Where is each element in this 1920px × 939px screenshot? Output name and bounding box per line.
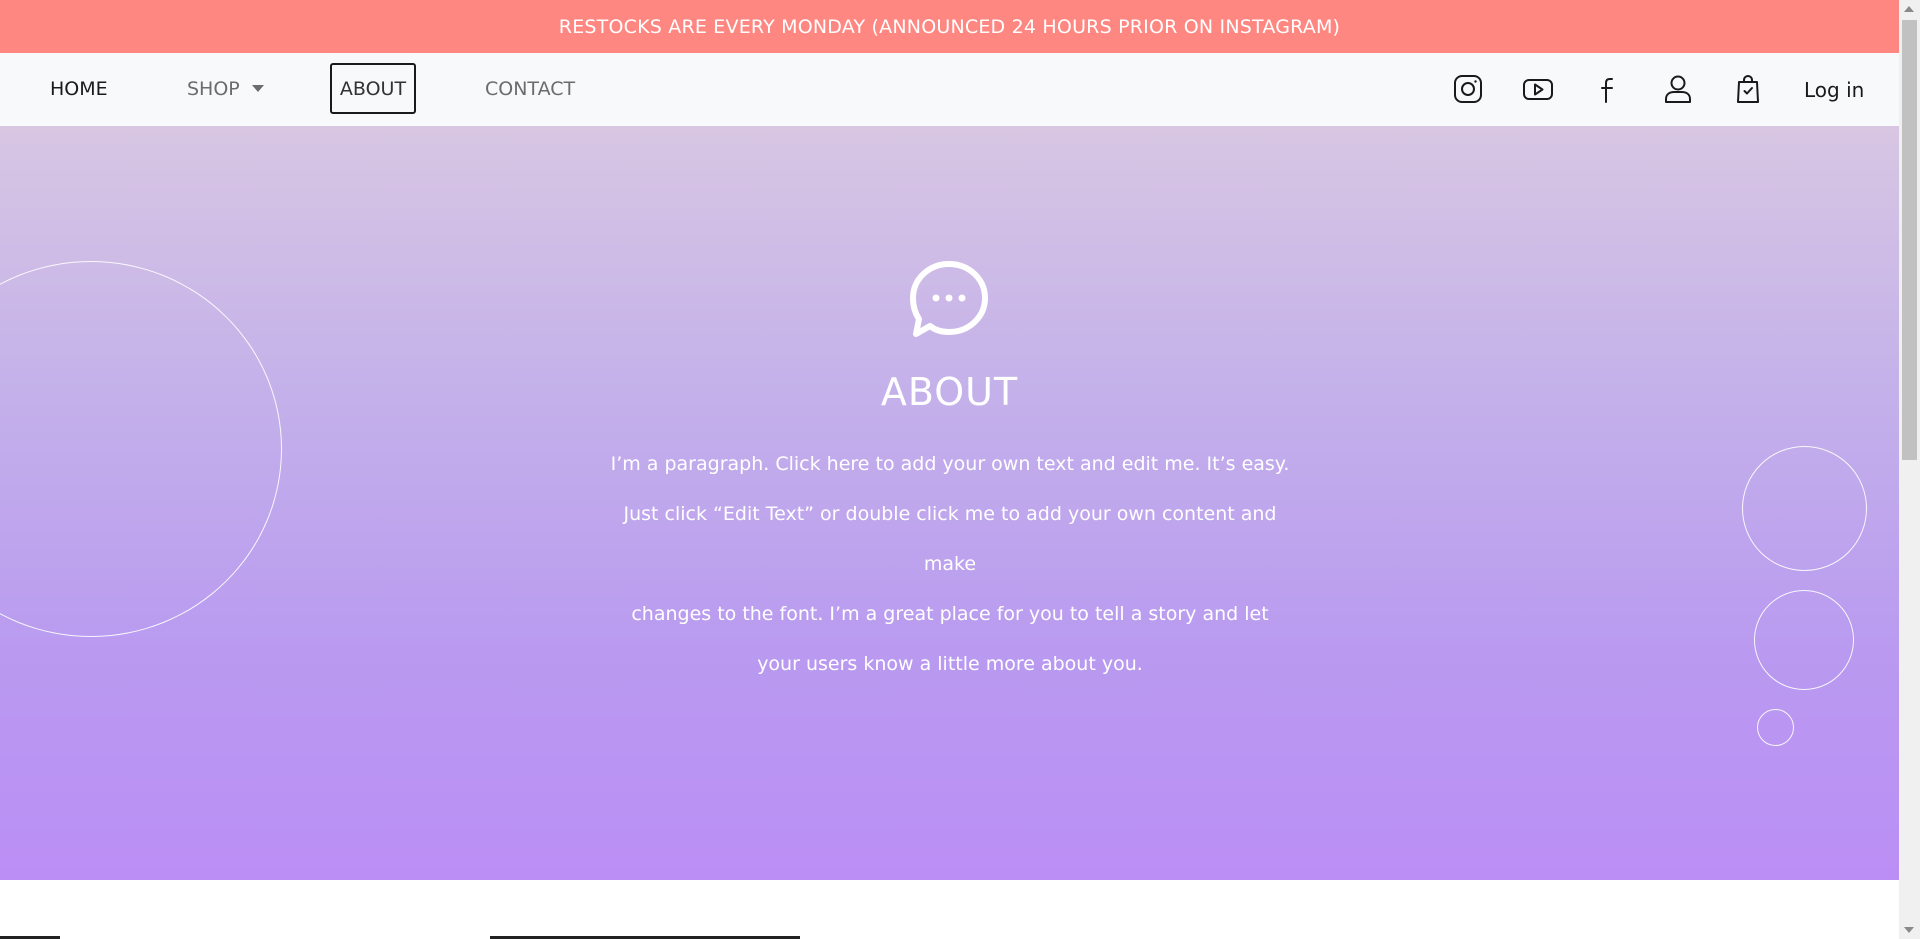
scroll-down-icon[interactable]: [1904, 927, 1914, 933]
decorative-circle-medium: [1742, 446, 1867, 571]
scroll-up-icon[interactable]: [1904, 6, 1914, 12]
nav-home[interactable]: HOME: [50, 63, 108, 114]
decorative-circle-tiny: [1757, 709, 1794, 746]
instagram-icon[interactable]: [1451, 72, 1485, 106]
chat-bubble-icon: [910, 261, 988, 337]
about-paragraph-line: changes to the font. I’m a great place f…: [631, 603, 1269, 625]
chevron-down-icon: [251, 85, 264, 92]
about-paragraph-line: I’m a paragraph. Click here to add your …: [610, 453, 1290, 475]
about-paragraph-line: your users know a little more about you.: [757, 653, 1143, 675]
announcement-bar: RESTOCKS ARE EVERY MONDAY (ANNOUNCED 24 …: [0, 0, 1899, 53]
login-link[interactable]: Log in: [1804, 73, 1864, 107]
decorative-circle-small: [1754, 590, 1854, 690]
page-title: ABOUT: [880, 370, 1019, 414]
decorative-circle-large: [0, 261, 282, 637]
about-hero: ABOUT I’m a paragraph. Click here to add…: [0, 126, 1899, 880]
announcement-text: RESTOCKS ARE EVERY MONDAY (ANNOUNCED 24 …: [558, 15, 1341, 38]
nav-contact[interactable]: CONTACT: [485, 63, 575, 114]
nav-shop-dropdown[interactable]: SHOP: [187, 63, 264, 114]
page-scrollbar[interactable]: [1899, 0, 1920, 939]
nav-shop-label: SHOP: [187, 77, 240, 100]
nav-about[interactable]: ABOUT: [330, 63, 416, 114]
scrollbar-thumb[interactable]: [1902, 20, 1917, 460]
about-paragraph[interactable]: I’m a paragraph. Click here to add your …: [600, 439, 1300, 689]
facebook-icon[interactable]: [1591, 72, 1625, 106]
youtube-icon[interactable]: [1521, 72, 1555, 106]
user-icon[interactable]: [1661, 72, 1695, 106]
shopping-bag-icon[interactable]: [1731, 72, 1765, 106]
about-paragraph-line: Just click “Edit Text” or double click m…: [623, 503, 1277, 575]
